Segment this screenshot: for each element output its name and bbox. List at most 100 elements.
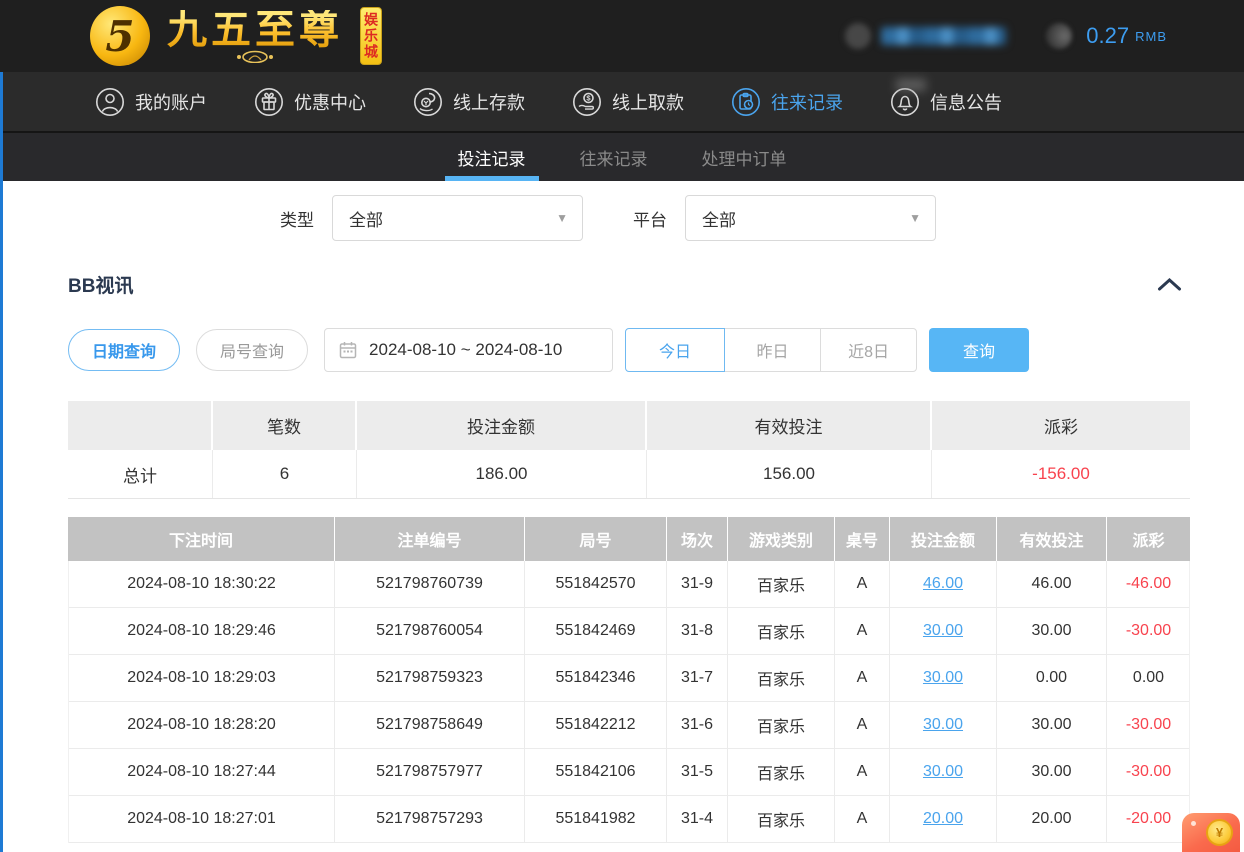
- calendar-icon: [339, 341, 357, 359]
- section-title: BB视讯: [68, 271, 133, 298]
- collapse-chevron-up-icon[interactable]: [1157, 277, 1182, 292]
- brand-logo[interactable]: 5 九五至尊 娱乐城: [90, 6, 382, 66]
- top-header-bar: 5 九五至尊 娱乐城: [0, 0, 1244, 72]
- cell-bet-time: 2024-08-10 18:27:01: [69, 796, 335, 842]
- records-icon: [731, 87, 761, 117]
- table-row: 2024-08-10 18:27:01521798757293551841982…: [69, 796, 1189, 843]
- cell-bet-time: 2024-08-10 18:27:44: [69, 749, 335, 795]
- cell-payout: -20.00: [1107, 796, 1190, 842]
- cell-bet-amount[interactable]: 20.00: [890, 796, 997, 842]
- cell-valid-bet: 0.00: [997, 655, 1107, 701]
- cell-table-no: A: [835, 655, 890, 701]
- cell-game-type: 百家乐: [728, 561, 835, 607]
- nav-item-announcements[interactable]: 信息公告: [890, 87, 1002, 117]
- cell-bet-time: 2024-08-10 18:29:46: [69, 608, 335, 654]
- table-row: 2024-08-10 18:29:46521798760054551842469…: [69, 608, 1189, 655]
- cell-session: 31-6: [667, 702, 728, 748]
- bet-amount-link[interactable]: 46.00: [923, 575, 963, 593]
- red-envelope-widget[interactable]: ¥: [1182, 813, 1240, 852]
- tab-label: 往来记录: [580, 145, 648, 170]
- bet-amount-link[interactable]: 30.00: [923, 716, 963, 734]
- record-tabs: 投注记录 往来记录 处理中订单: [0, 131, 1244, 181]
- main-navigation: 我的账户 优惠中心 线上存款 $ 线上取款: [0, 72, 1244, 131]
- wallet-icon[interactable]: [1046, 23, 1072, 49]
- bet-amount-link[interactable]: 30.00: [923, 622, 963, 640]
- cell-session: 31-5: [667, 749, 728, 795]
- summary-header-valid-bet: 有效投注: [647, 401, 932, 450]
- summary-header-row: 笔数 投注金额 有效投注 派彩: [68, 401, 1190, 450]
- bet-amount-link[interactable]: 30.00: [923, 669, 963, 687]
- brand-badge: 娱乐城: [360, 7, 382, 65]
- cell-payout: -30.00: [1107, 608, 1190, 654]
- cell-round-id: 551842346: [525, 655, 667, 701]
- nav-item-label: 我的账户: [135, 89, 207, 115]
- table-header-row: 下注时间 注单编号 局号 场次 游戏类别 桌号 投注金额 有效投注 派彩: [68, 517, 1190, 561]
- nav-item-transaction-records[interactable]: 往来记录: [731, 87, 843, 117]
- table-row: 2024-08-10 18:28:20521798758649551842212…: [69, 702, 1189, 749]
- cell-valid-bet: 30.00: [997, 702, 1107, 748]
- cell-order-id: 521798760739: [335, 561, 525, 607]
- bet-table-body: 2024-08-10 18:30:22521798760739551842570…: [68, 561, 1190, 843]
- tab-bet-records[interactable]: 投注记录: [454, 133, 530, 181]
- cell-payout: -30.00: [1107, 749, 1190, 795]
- summary-header-payout: 派彩: [932, 401, 1190, 450]
- round-query-button[interactable]: 局号查询: [196, 329, 308, 371]
- cell-session: 31-9: [667, 561, 728, 607]
- date-query-label: 日期查询: [92, 338, 156, 362]
- nav-item-promotions[interactable]: 优惠中心: [254, 87, 366, 117]
- date-range-input[interactable]: 2024-08-10 ~ 2024-08-10: [324, 328, 613, 372]
- cell-round-id: 551842212: [525, 702, 667, 748]
- cell-bet-time: 2024-08-10 18:29:03: [69, 655, 335, 701]
- cell-game-type: 百家乐: [728, 655, 835, 701]
- nav-item-withdraw[interactable]: $ 线上取款: [572, 87, 684, 117]
- filter-row: 类型 全部 ▼ 平台 全部 ▼: [280, 195, 1244, 241]
- bet-amount-link[interactable]: 30.00: [923, 763, 963, 781]
- avatar[interactable]: [845, 23, 871, 49]
- last-8-days-label: 近8日: [848, 338, 889, 362]
- cell-valid-bet: 20.00: [997, 796, 1107, 842]
- search-button[interactable]: 查询: [929, 328, 1029, 372]
- cell-bet-amount[interactable]: 30.00: [890, 749, 997, 795]
- summary-payout-value: -156.00: [932, 450, 1190, 498]
- nav-item-my-account[interactable]: 我的账户: [95, 87, 207, 117]
- cell-session: 31-4: [667, 796, 728, 842]
- cell-table-no: A: [835, 796, 890, 842]
- cell-bet-time: 2024-08-10 18:30:22: [69, 561, 335, 607]
- tab-transaction-records[interactable]: 往来记录: [576, 133, 652, 181]
- yesterday-button[interactable]: 昨日: [724, 328, 821, 372]
- cell-table-no: A: [835, 608, 890, 654]
- col-header-game-type: 游戏类别: [728, 517, 835, 561]
- summary-total-label: 总计: [68, 450, 213, 498]
- type-filter-value: 全部: [349, 206, 383, 231]
- today-button[interactable]: 今日: [625, 328, 725, 372]
- cell-table-no: A: [835, 561, 890, 607]
- user-icon: [95, 87, 125, 117]
- search-button-label: 查询: [963, 338, 995, 362]
- bet-records-table: 下注时间 注单编号 局号 场次 游戏类别 桌号 投注金额 有效投注 派彩 202…: [68, 517, 1190, 843]
- col-header-bet-time: 下注时间: [68, 517, 335, 561]
- platform-filter-select[interactable]: 全部 ▼: [685, 195, 936, 241]
- cell-bet-amount[interactable]: 46.00: [890, 561, 997, 607]
- tab-label: 处理中订单: [702, 145, 787, 170]
- left-edge-stripe: [0, 72, 3, 852]
- cell-bet-amount[interactable]: 30.00: [890, 702, 997, 748]
- cell-order-id: 521798760054: [335, 608, 525, 654]
- username-redacted[interactable]: [881, 27, 1006, 45]
- nav-item-deposit[interactable]: 线上存款: [413, 87, 525, 117]
- user-account-area: 0.27 RMB: [845, 0, 1167, 72]
- content-area: 类型 全部 ▼ 平台 全部 ▼ BB视讯 日期查询 局号查询: [0, 195, 1244, 843]
- col-header-valid-bet: 有效投注: [997, 517, 1107, 561]
- cell-bet-amount[interactable]: 30.00: [890, 655, 997, 701]
- balance-amount: 0.27: [1086, 23, 1129, 49]
- last-8-days-button[interactable]: 近8日: [820, 328, 917, 372]
- cell-bet-amount[interactable]: 30.00: [890, 608, 997, 654]
- date-query-button[interactable]: 日期查询: [68, 329, 180, 371]
- type-filter-select[interactable]: 全部 ▼: [332, 195, 583, 241]
- tab-pending-orders[interactable]: 处理中订单: [698, 133, 791, 181]
- tab-label: 投注记录: [458, 145, 526, 170]
- table-row: 2024-08-10 18:29:03521798759323551842346…: [69, 655, 1189, 702]
- bet-amount-link[interactable]: 20.00: [923, 810, 963, 828]
- date-range-value: 2024-08-10 ~ 2024-08-10: [369, 340, 562, 360]
- section-header: BB视讯: [68, 271, 1190, 298]
- cell-game-type: 百家乐: [728, 608, 835, 654]
